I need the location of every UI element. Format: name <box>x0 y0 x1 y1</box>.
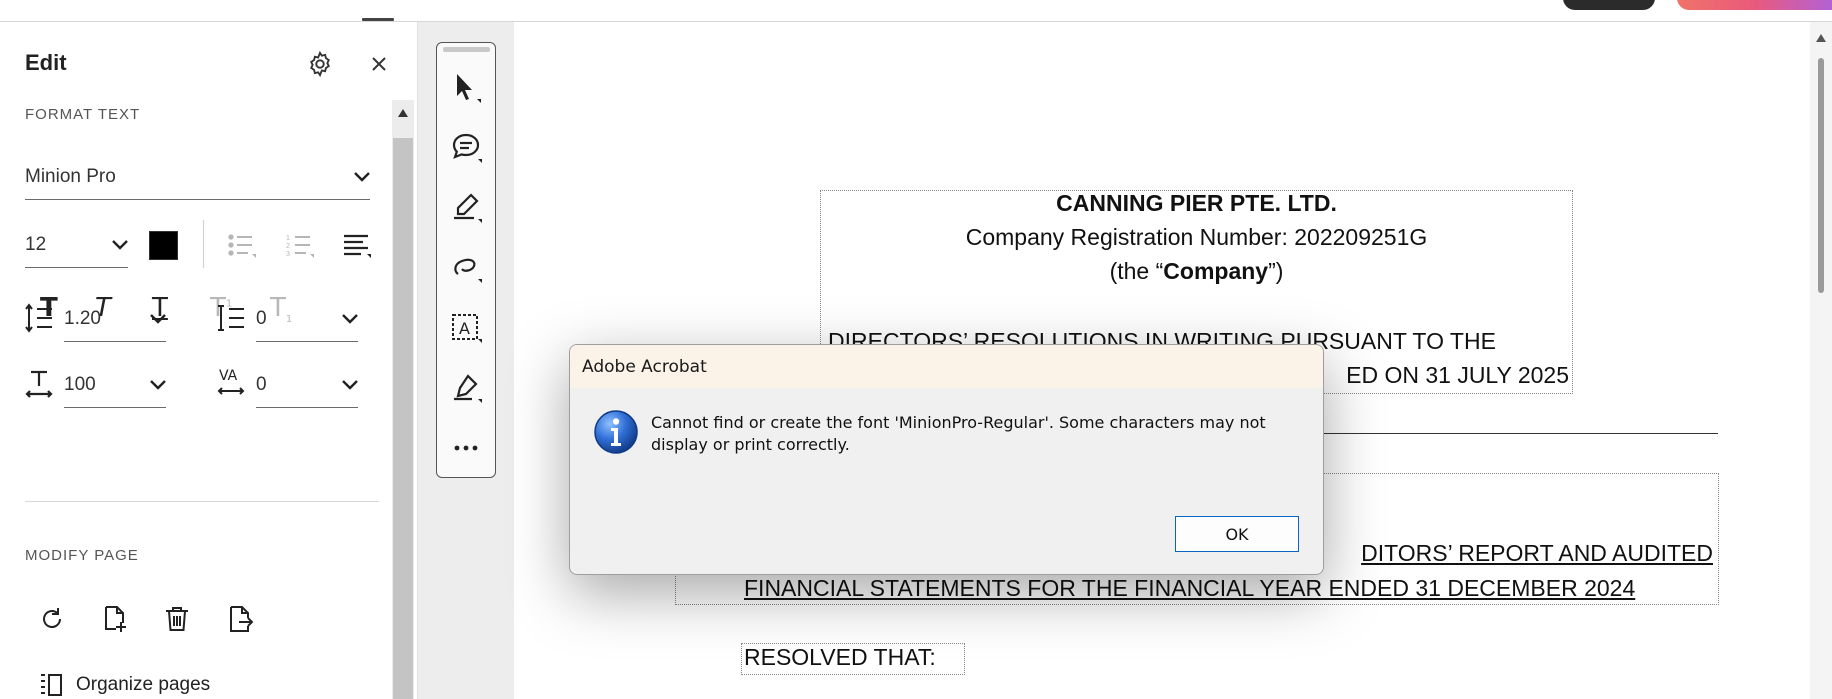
numbered-list-button[interactable]: 123 <box>283 228 317 262</box>
more-tools-button[interactable] <box>446 428 486 468</box>
paragraph-spacing-icon <box>218 305 244 331</box>
text-box-icon: A <box>452 314 482 343</box>
font-family-dropdown[interactable]: Minion Pro <box>25 154 370 200</box>
triangle-up-icon <box>398 109 408 117</box>
top-action-button[interactable] <box>1563 0 1655 10</box>
bullet-list-button[interactable] <box>225 228 259 262</box>
comment-tool-button[interactable] <box>446 128 486 168</box>
highlighter-icon <box>454 193 482 223</box>
svg-text:A: A <box>459 319 470 338</box>
svg-text:2: 2 <box>286 243 290 250</box>
panel-title: Edit <box>25 50 67 75</box>
organize-pages-button[interactable]: Organize pages <box>38 672 210 698</box>
registration-number-text: Company Registration Number: 202209251G <box>965 224 1428 250</box>
resolved-that-text: RESOLVED THAT: <box>744 644 936 670</box>
highlight-tool-button[interactable] <box>446 188 486 228</box>
character-spacing-dropdown[interactable]: 0 <box>256 362 358 408</box>
sign-tool-button[interactable] <box>446 368 486 408</box>
close-panel-button[interactable] <box>362 47 396 81</box>
select-tool-button[interactable] <box>446 68 486 108</box>
character-spacing-icon: VA <box>217 368 245 395</box>
top-ai-button[interactable] <box>1677 0 1832 10</box>
text-color-swatch[interactable] <box>149 231 178 260</box>
svg-text:1: 1 <box>286 235 290 242</box>
edit-panel: Edit FORMAT TEXT Minion Pro 12 1 2 3 T T… <box>0 22 418 699</box>
definition-term: Company <box>1163 258 1269 284</box>
dialog-title: Adobe Acrobat <box>570 345 1323 388</box>
font-size-dropdown[interactable]: 12 <box>25 222 128 268</box>
paragraph-spacing-value: 0 <box>256 307 267 329</box>
company-name-text: CANNING PIER PTE. LTD. <box>1056 190 1337 216</box>
format-text-heading: FORMAT TEXT <box>25 106 141 123</box>
chevron-down-icon <box>342 379 358 390</box>
definition-suffix: ”) <box>1268 258 1284 284</box>
active-tab-indicator <box>362 18 394 21</box>
rotate-icon <box>43 608 61 628</box>
toolbar-divider <box>203 220 204 268</box>
acrobat-window: Edit FORMAT TEXT Minion Pro 12 1 2 3 T T… <box>0 0 1832 699</box>
comment-icon <box>452 133 482 163</box>
info-icon <box>594 410 638 454</box>
text-align-button[interactable] <box>340 228 374 262</box>
report-heading-line2: FINANCIAL STATEMENTS FOR THE FINANCIAL Y… <box>744 575 1636 601</box>
panel-scroll-up[interactable] <box>392 102 414 124</box>
font-warning-dialog: Adobe Acrobat Cannot find or create the … <box>569 344 1324 575</box>
chevron-down-icon <box>354 171 370 182</box>
insert-page-icon <box>105 606 126 632</box>
align-left-icon <box>344 234 371 258</box>
rail-drag-handle[interactable] <box>443 47 490 52</box>
horizontal-scale-value: 100 <box>64 373 96 395</box>
chevron-down-icon <box>342 313 358 324</box>
organize-pages-icon <box>41 674 62 696</box>
panel-scroll-thumb[interactable] <box>393 138 413 699</box>
font-size-value: 12 <box>25 233 47 255</box>
chevron-down-icon <box>150 379 166 390</box>
close-icon <box>372 57 386 71</box>
line-spacing-dropdown[interactable]: 1.20 <box>64 296 166 342</box>
document-scroll-up[interactable] <box>1813 30 1829 46</box>
line-spacing-icon <box>25 303 52 333</box>
ok-button[interactable]: OK <box>1175 516 1299 552</box>
resolutions-heading-line2: ED ON 31 JULY 2025 <box>1346 362 1569 388</box>
company-definition-text: (the “Company”) <box>820 258 1573 285</box>
chevron-down-icon <box>112 239 128 250</box>
report-heading-line1: DITORS’ REPORT AND AUDITED <box>1361 540 1713 566</box>
more-horizontal-icon <box>454 445 478 451</box>
paragraph-spacing-dropdown[interactable]: 0 <box>256 296 358 342</box>
top-toolbar <box>0 0 1832 22</box>
chevron-down-icon <box>150 313 166 324</box>
pen-sign-icon <box>454 374 482 403</box>
svg-text:VA: VA <box>219 368 238 384</box>
font-family-value: Minion Pro <box>25 165 116 187</box>
pointer-arrow-icon <box>457 74 481 103</box>
dialog-message: Cannot find or create the font 'MinionPr… <box>651 413 1266 454</box>
modify-page-heading: MODIFY PAGE <box>25 547 139 564</box>
trash-icon <box>166 607 188 631</box>
definition-prefix: (the “ <box>1109 258 1164 284</box>
bullet-list-icon <box>228 234 256 258</box>
gear-icon <box>310 50 330 78</box>
character-spacing-value: 0 <box>256 373 267 395</box>
rotate-page-button[interactable] <box>35 602 69 636</box>
organize-pages-label: Organize pages <box>76 674 211 695</box>
line-spacing-value: 1.20 <box>64 307 101 329</box>
delete-page-button[interactable] <box>160 602 194 636</box>
svg-text:3: 3 <box>286 251 290 258</box>
text-box-tool-button[interactable]: A <box>446 308 486 348</box>
document-scroll-thumb[interactable] <box>1818 58 1824 293</box>
triangle-up-icon <box>1816 34 1826 42</box>
extract-page-button[interactable] <box>223 602 257 636</box>
draw-tool-button[interactable] <box>446 248 486 288</box>
document-rule <box>1300 433 1718 434</box>
horizontal-scale-dropdown[interactable]: 100 <box>64 362 166 408</box>
numbered-list-icon: 123 <box>286 235 314 258</box>
lasso-draw-icon <box>454 258 482 283</box>
settings-button[interactable] <box>303 47 337 81</box>
horizontal-scale-icon <box>25 370 53 398</box>
section-divider <box>25 501 379 502</box>
extract-page-icon <box>230 606 253 632</box>
insert-page-button[interactable] <box>98 602 132 636</box>
